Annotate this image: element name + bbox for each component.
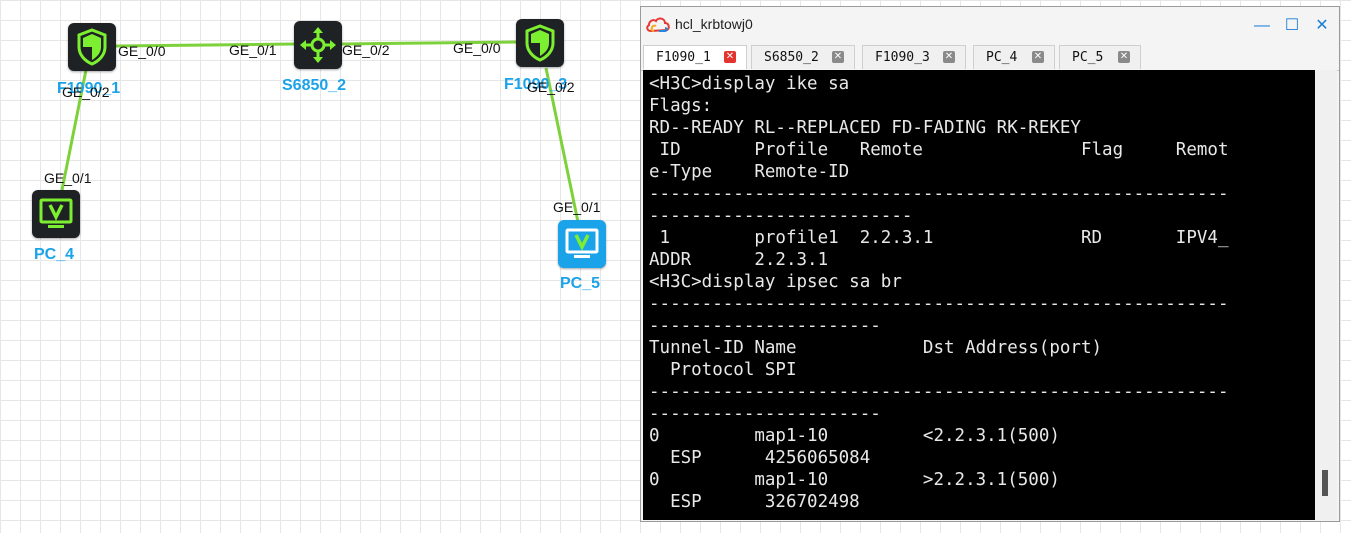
terminal-line: ID Profile Remote Flag Remot <box>649 140 1229 160</box>
terminal-line: RD--READY RL--REPLACED FD-FADING RK-REKE… <box>649 118 1081 138</box>
terminal-line: Protocol SPI <box>649 360 797 380</box>
terminal-scrollbar[interactable] <box>1315 70 1337 520</box>
tab-s6850-2[interactable]: S6850_2 ✕ <box>751 45 855 69</box>
firewall-node-f1090-3[interactable] <box>516 19 564 67</box>
terminal-line: ADDR 2.2.3.1 <box>649 250 829 270</box>
terminal-window[interactable]: hcl_krbtowj0 — ☐ ✕ F1090_1 ✕ S6850_2 ✕ F… <box>640 6 1340 522</box>
maximize-button[interactable]: ☐ <box>1277 13 1307 39</box>
tab-label: PC_5 <box>1072 50 1104 65</box>
port-label-f3-ge00: GE_0/0 <box>453 40 501 56</box>
terminal-line: Tunnel-ID Name Dst Address(port) <box>649 338 1103 358</box>
tab-close-icon[interactable]: ✕ <box>1032 51 1044 63</box>
terminal-line: <H3C>display ike sa <box>649 74 850 94</box>
close-button[interactable]: ✕ <box>1307 13 1337 39</box>
monitor-icon <box>39 198 73 228</box>
terminal-line: ---------------------- <box>649 404 881 424</box>
port-label-f1-ge00: GE_0/0 <box>118 43 166 59</box>
terminal-line: ----------------------------------------… <box>649 184 1229 204</box>
terminal-line: ----------------------------------------… <box>649 294 1229 314</box>
router-arrows-icon <box>300 27 336 63</box>
tab-label: F1090_1 <box>656 50 711 65</box>
cloud-logo-icon <box>646 17 670 33</box>
tab-close-icon[interactable]: ✕ <box>724 51 736 63</box>
switch-node-s6850-2[interactable] <box>294 21 342 69</box>
terminal-line: ---------------------- <box>649 316 881 336</box>
shield-icon <box>525 24 555 62</box>
firewall-node-f1090-1[interactable] <box>68 23 116 71</box>
port-label-f1-ge02: GE_0/2 <box>62 84 110 100</box>
node-label-pc-4[interactable]: PC_4 <box>34 246 74 264</box>
tab-pc-5[interactable]: PC_5 ✕ <box>1059 45 1141 69</box>
scrollbar-thumb[interactable] <box>1322 470 1328 496</box>
pc-node-pc-4[interactable] <box>32 190 80 238</box>
port-label-s2-ge01: GE_0/1 <box>229 42 277 58</box>
terminal-line: e-Type Remote-ID <box>649 162 850 182</box>
node-label-s6850-2[interactable]: S6850_2 <box>282 77 346 95</box>
tab-bar: F1090_1 ✕ S6850_2 ✕ F1090_3 ✕ PC_4 ✕ PC_… <box>641 43 1339 71</box>
window-titlebar[interactable]: hcl_krbtowj0 — ☐ ✕ <box>641 7 1339 43</box>
terminal-line: ------------------------- <box>649 206 913 226</box>
terminal-line: 0 map1-10 >2.2.3.1(500) <box>649 470 1060 490</box>
tab-label: S6850_2 <box>764 50 819 65</box>
tab-f1090-1[interactable]: F1090_1 ✕ <box>643 45 747 69</box>
terminal-line: Flags: <box>649 96 713 116</box>
port-label-pc5-ge01: GE_0/1 <box>553 199 601 215</box>
tab-close-icon[interactable]: ✕ <box>943 51 955 63</box>
terminal-line: 1 profile1 2.2.3.1 RD IPV4_ <box>649 228 1229 248</box>
tab-label: F1090_3 <box>875 50 930 65</box>
port-label-pc4-ge01: GE_0/1 <box>44 170 92 186</box>
terminal-line: ESP 4256065084 <box>649 448 871 468</box>
port-label-s2-ge02: GE_0/2 <box>342 42 390 58</box>
minimize-button[interactable]: — <box>1247 13 1277 39</box>
terminal-line: <H3C>display ipsec sa br <box>649 272 902 292</box>
tab-label: PC_4 <box>986 50 1018 65</box>
terminal-console[interactable]: <H3C>display ike sa Flags: RD--READY RL-… <box>643 70 1337 520</box>
tab-pc-4[interactable]: PC_4 ✕ <box>973 45 1055 69</box>
terminal-line: ----------------------------------------… <box>649 382 1229 402</box>
shield-icon <box>77 28 107 66</box>
topology-canvas[interactable]: F1090_1 S6850_2 F1090_3 PC_4 PC_5 GE_0/0… <box>0 0 640 533</box>
pc-node-pc-5[interactable] <box>558 220 606 268</box>
tab-close-icon[interactable]: ✕ <box>832 51 844 63</box>
node-label-pc-5[interactable]: PC_5 <box>560 275 600 293</box>
terminal-output: <H3C>display ike sa Flags: RD--READY RL-… <box>649 73 1309 513</box>
monitor-icon <box>565 228 599 258</box>
terminal-line: ESP 326702498 <box>649 492 860 512</box>
tab-f1090-3[interactable]: F1090_3 ✕ <box>862 45 966 69</box>
port-label-f3-ge02: GE_0/2 <box>527 79 575 95</box>
window-title: hcl_krbtowj0 <box>675 16 753 32</box>
terminal-line: 0 map1-10 <2.2.3.1(500) <box>649 426 1060 446</box>
tab-close-icon[interactable]: ✕ <box>1118 51 1130 63</box>
